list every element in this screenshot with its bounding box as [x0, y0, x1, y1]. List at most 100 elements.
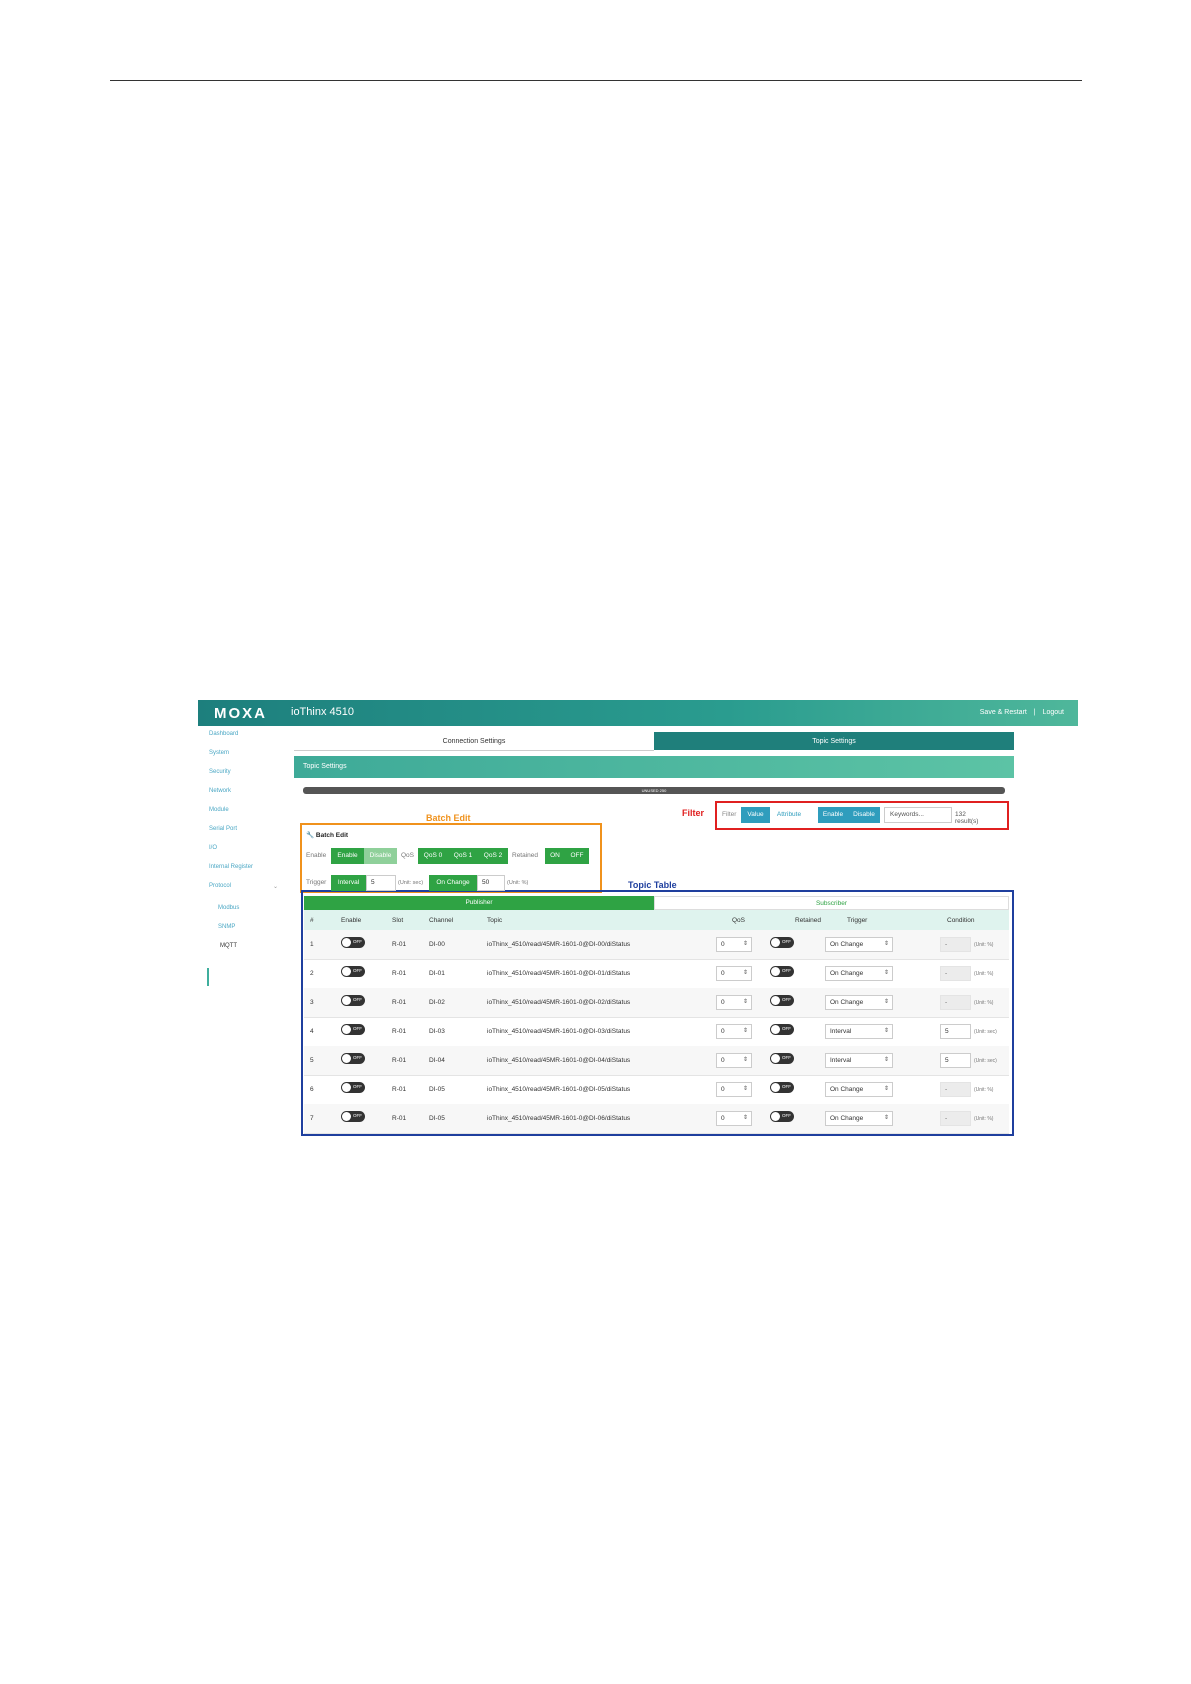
qos-select[interactable]: 0 ⇕ — [716, 995, 752, 1010]
trigger-select[interactable]: Interval ⇕ — [825, 1024, 893, 1039]
sidebar-item-io[interactable]: I/O — [209, 845, 217, 851]
filter-value-button[interactable]: Value — [741, 807, 770, 823]
select-arrow-icon: ⇕ — [883, 970, 889, 976]
filter-attribute-button[interactable]: Attribute — [770, 807, 808, 823]
table-row: 2 OFF R-01 DI-01 ioThinx_4510/read/45MR-… — [304, 959, 1009, 989]
retained-toggle[interactable]: OFF — [770, 937, 794, 948]
trigger-select[interactable]: On Change ⇕ — [825, 966, 893, 981]
condition-input[interactable]: - — [940, 966, 971, 981]
retained-toggle[interactable]: OFF — [770, 995, 794, 1006]
qos-select[interactable]: 0 ⇕ — [716, 1053, 752, 1068]
enable-toggle[interactable]: OFF — [341, 937, 365, 948]
select-arrow-icon: ⇕ — [883, 1086, 889, 1092]
batch-qos0-button[interactable]: QoS 0 — [418, 848, 448, 864]
topic-cell: ioThinx_4510/read/45MR-1601-0@DI-02/diSt… — [487, 999, 631, 1006]
trigger-value: On Change — [830, 941, 864, 948]
tab-connection-settings[interactable]: Connection Settings — [294, 732, 654, 751]
enable-toggle[interactable]: OFF — [341, 995, 365, 1006]
condition-input[interactable]: 5 — [940, 1053, 971, 1068]
enable-toggle[interactable]: OFF — [341, 1111, 365, 1122]
toggle-state: OFF — [782, 968, 791, 973]
col-slot: Slot — [392, 917, 404, 924]
sidebar-item-modbus[interactable]: Modbus — [218, 905, 239, 911]
sidebar-item-snmp[interactable]: SNMP — [218, 924, 235, 930]
qos-value: 0 — [721, 1086, 725, 1093]
trigger-select[interactable]: On Change ⇕ — [825, 937, 893, 952]
toggle-knob — [342, 938, 351, 947]
batch-retained-off-button[interactable]: OFF — [565, 848, 589, 864]
qos-select[interactable]: 0 ⇕ — [716, 1024, 752, 1039]
channel-cell: DI-05 — [429, 1115, 445, 1122]
keyword-search-input[interactable]: Keywords... — [884, 807, 952, 823]
topic-cell: ioThinx_4510/read/45MR-1601-0@DI-04/diSt… — [487, 1057, 631, 1064]
top-bar: MOXA ioThinx 4510 Save & Restart | Logou… — [198, 700, 1078, 726]
enable-toggle[interactable]: OFF — [341, 1024, 365, 1035]
condition-input[interactable]: 5 — [940, 1024, 971, 1039]
batch-interval-button[interactable]: Interval — [331, 875, 366, 891]
enable-toggle[interactable]: OFF — [341, 1082, 365, 1093]
filter-enable-button[interactable]: Enable — [818, 807, 848, 823]
row-number: 4 — [310, 1028, 314, 1035]
condition-input[interactable]: - — [940, 1111, 971, 1126]
trigger-select[interactable]: On Change ⇕ — [825, 995, 893, 1010]
table-header: # Enable Slot Channel Topic QoS Retained… — [304, 910, 1009, 930]
condition-input[interactable]: - — [940, 1082, 971, 1097]
sidebar-item-protocol[interactable]: Protocol ⌄ — [209, 883, 278, 890]
usage-progress-bar: UNUSED 250 — [303, 787, 1005, 794]
top-actions: Save & Restart | Logout — [975, 709, 1064, 716]
tab-publisher[interactable]: Publisher — [304, 896, 654, 910]
batch-qos2-button[interactable]: QoS 2 — [478, 848, 508, 864]
qos-select[interactable]: 0 ⇕ — [716, 1082, 752, 1097]
condition-input[interactable]: - — [940, 995, 971, 1010]
retained-toggle[interactable]: OFF — [770, 966, 794, 977]
filter-disable-button[interactable]: Disable — [848, 807, 880, 823]
tab-subscriber[interactable]: Subscriber — [654, 896, 1009, 910]
save-restart-link[interactable]: Save & Restart — [980, 709, 1027, 716]
channel-cell: DI-01 — [429, 970, 445, 977]
condition-input[interactable]: - — [940, 937, 971, 952]
table-row: 7 OFF R-01 DI-05 ioThinx_4510/read/45MR-… — [304, 1104, 1009, 1134]
batch-qos1-button[interactable]: QoS 1 — [448, 848, 478, 864]
col-number: # — [310, 917, 314, 924]
tab-topic-settings[interactable]: Topic Settings — [654, 732, 1014, 750]
qos-value: 0 — [721, 941, 725, 948]
sidebar-item-serial-port[interactable]: Serial Port — [209, 826, 237, 832]
result-count: 132 result(s) — [955, 811, 979, 825]
slot-cell: R-01 — [392, 1115, 407, 1122]
qos-select[interactable]: 0 ⇕ — [716, 1111, 752, 1126]
batch-onchange-button[interactable]: On Change — [429, 875, 477, 891]
batch-onchange-input[interactable]: 50 — [477, 875, 505, 891]
qos-value: 0 — [721, 1028, 725, 1035]
sidebar-item-internal-register[interactable]: Internal Register — [209, 864, 253, 870]
trigger-select[interactable]: On Change ⇕ — [825, 1111, 893, 1126]
toggle-state: OFF — [353, 939, 362, 944]
select-arrow-icon: ⇕ — [742, 970, 748, 976]
qos-select[interactable]: 0 ⇕ — [716, 966, 752, 981]
screenshot: MOXA ioThinx 4510 Save & Restart | Logou… — [198, 700, 1078, 1150]
retained-toggle[interactable]: OFF — [770, 1024, 794, 1035]
batch-disable-button[interactable]: Disable — [364, 848, 397, 864]
qos-select[interactable]: 0 ⇕ — [716, 937, 752, 952]
sidebar-item-module[interactable]: Module — [209, 807, 229, 813]
batch-interval-input[interactable]: 5 — [366, 875, 396, 891]
retained-toggle[interactable]: OFF — [770, 1111, 794, 1122]
trigger-value: On Change — [830, 1086, 864, 1093]
row-number: 1 — [310, 941, 314, 948]
batch-retained-on-button[interactable]: ON — [545, 848, 565, 864]
retained-toggle[interactable]: OFF — [770, 1053, 794, 1064]
sidebar-item-system[interactable]: System — [209, 750, 229, 756]
sidebar-item-mqtt[interactable]: MQTT — [220, 943, 237, 949]
batch-enable-button[interactable]: Enable — [331, 848, 364, 864]
enable-toggle[interactable]: OFF — [341, 1053, 365, 1064]
retained-toggle[interactable]: OFF — [770, 1082, 794, 1093]
batch-interval-unit: (Unit: sec) — [398, 880, 424, 886]
channel-cell: DI-04 — [429, 1057, 445, 1064]
channel-cell: DI-00 — [429, 941, 445, 948]
sidebar-item-network[interactable]: Network — [209, 788, 231, 794]
sidebar-item-security[interactable]: Security — [209, 769, 231, 775]
enable-toggle[interactable]: OFF — [341, 966, 365, 977]
trigger-select[interactable]: On Change ⇕ — [825, 1082, 893, 1097]
trigger-select[interactable]: Interval ⇕ — [825, 1053, 893, 1068]
logout-link[interactable]: Logout — [1043, 709, 1064, 716]
sidebar-item-dashboard[interactable]: Dashboard — [209, 731, 238, 737]
